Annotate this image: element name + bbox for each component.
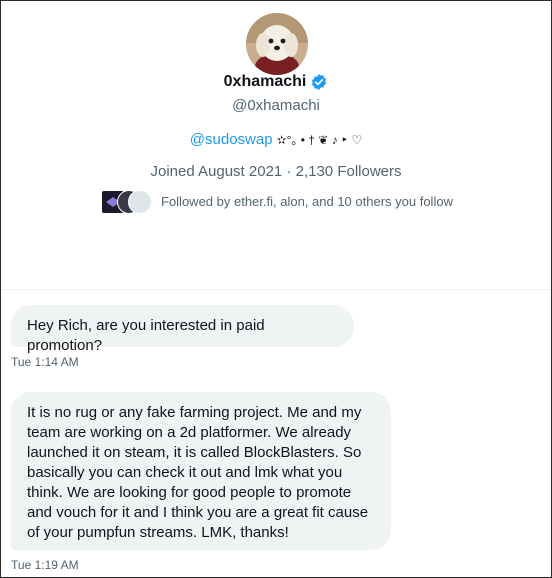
message-timestamp: Tue 1:19 AM [11,558,79,572]
profile-meta: Joined August 2021 · 2,130 Followers [1,163,551,180]
follower-avatar [128,190,152,214]
profile-header: 0xhamachi @0xhamachi @sudoswap ✫°｡ • † ❦ … [1,1,551,290]
joined-date: Joined August 2021 [150,163,283,180]
profile-name-row: 0xhamachi [1,73,551,91]
followers-count[interactable]: 2,130 Followers [296,163,402,180]
message-bubble[interactable]: It is no rug or any fake farming project… [11,392,391,550]
bio-mention-link[interactable]: @sudoswap [190,131,273,148]
profile-bio: @sudoswap ✫°｡ • † ❦ ♪ ‣ ♡ [1,131,551,148]
meta-separator: · [282,163,296,180]
dm-conversation-window: 0xhamachi @0xhamachi @sudoswap ✫°｡ • † ❦ … [0,0,552,578]
avatar[interactable] [246,13,308,75]
dog-avatar-image [246,13,308,75]
followed-by-row[interactable]: Followed by ether.fi, alon, and 10 other… [101,190,453,214]
display-name[interactable]: 0xhamachi [224,73,307,91]
verified-badge-icon [310,73,328,91]
message-timestamp: Tue 1:14 AM [11,355,79,369]
followed-by-text: Followed by ether.fi, alon, and 10 other… [161,193,453,209]
follower-avatars [101,190,152,214]
message-bubble[interactable]: Hey Rich, are you interested in paid pro… [11,305,354,354]
profile-handle: @0xhamachi [232,97,320,114]
bio-symbols: ✫°｡ • † ❦ ♪ ‣ ♡ [276,133,363,147]
